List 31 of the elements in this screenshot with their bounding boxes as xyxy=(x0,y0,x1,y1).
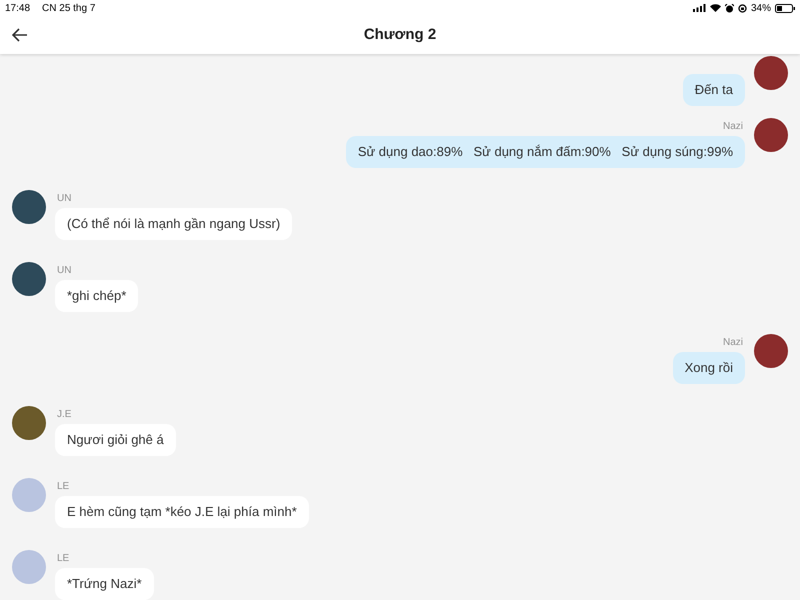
sender-name: UN xyxy=(56,265,72,277)
sender-name: Nazi xyxy=(722,337,744,349)
avatar-placeholder[interactable] xyxy=(12,406,46,440)
message-bubble: *ghi chép* xyxy=(55,280,138,312)
battery-icon xyxy=(775,4,795,12)
signal-icon xyxy=(692,4,706,12)
sender-name: Nazi xyxy=(722,121,744,133)
avatar-placeholder[interactable] xyxy=(754,56,788,90)
sender-name: LE xyxy=(56,481,70,493)
sender-name: LE xyxy=(56,553,70,565)
message-bubble: Xong rồi xyxy=(672,352,745,384)
message-bubble: Sử dụng dao:89% Sử dụng nắm đấm:90% Sử dụng súng:99% xyxy=(346,136,745,168)
status-time: 17:48 xyxy=(5,2,30,16)
status-date: CN 25 thg 7 xyxy=(42,2,96,16)
alarm-icon xyxy=(724,4,734,12)
sender-name: UN xyxy=(56,193,72,205)
battery-percentage: 34% xyxy=(750,2,771,16)
message-bubble: E hèm cũng tạm *kéo J.E lại phía mình* xyxy=(55,496,309,528)
message-bubble: Ngươi giỏi ghê á xyxy=(55,424,176,456)
message-bubble: (Có thể nói là mạnh gần ngang Ussr) xyxy=(55,208,292,240)
avatar-placeholder[interactable] xyxy=(12,190,46,224)
avatar-placeholder[interactable] xyxy=(754,118,788,152)
avatar-placeholder[interactable] xyxy=(12,262,46,296)
message-bubble: Đến ta xyxy=(682,74,745,106)
back-arrow-icon xyxy=(12,28,28,42)
rotation-lock-icon xyxy=(738,4,747,12)
message-bubble: *Trứng Nazi* xyxy=(55,568,154,600)
avatar-placeholder[interactable] xyxy=(754,334,788,368)
sender-name: J.E xyxy=(56,409,72,421)
wifi-icon xyxy=(710,4,721,12)
page-title: Chương 2 xyxy=(364,24,436,45)
